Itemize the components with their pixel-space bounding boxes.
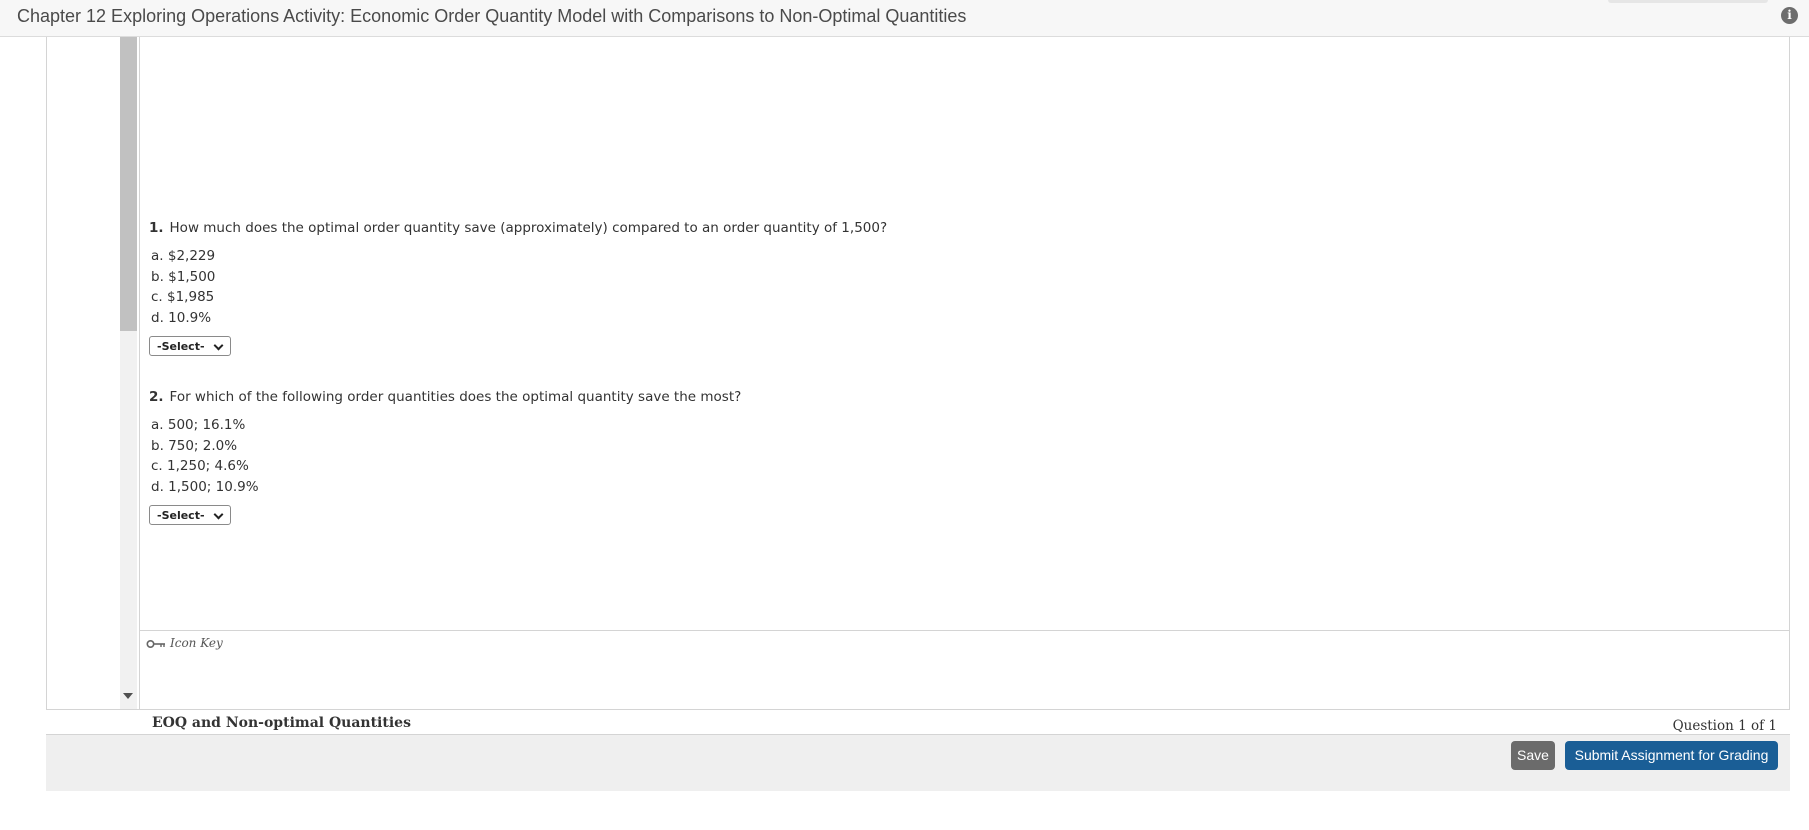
save-button[interactable]: Save <box>1511 741 1555 770</box>
page-title: Chapter 12 Exploring Operations Activity… <box>17 6 967 26</box>
option-a: a. $2,229 <box>151 248 216 264</box>
info-icon[interactable]: i <box>1781 7 1798 24</box>
frame-border-right <box>1789 37 1790 735</box>
footer-title: EOQ and Non-optimal Quantities <box>152 715 411 731</box>
answer-options: a. $2,229 b. $1,500 c. $1,985 d. 10.9% <box>151 246 887 328</box>
select-value: -Select- <box>157 340 205 353</box>
option-c: c. $1,985 <box>151 289 215 305</box>
top-bar: Chapter 12 Exploring Operations Activity… <box>0 0 1809 37</box>
option-d: d. 10.9% <box>151 309 212 326</box>
option-b: b. 750; 2.0% <box>151 437 238 454</box>
select-value: -Select- <box>157 509 205 522</box>
question-number: 2. <box>149 389 164 405</box>
scroll-down-arrow-icon[interactable] <box>123 693 133 699</box>
question-number: 1. <box>149 220 164 236</box>
icon-key-label: Icon Key <box>170 636 223 650</box>
option-d: d. 1,500; 10.9% <box>151 478 259 495</box>
question-text: For which of the following order quantit… <box>169 389 742 405</box>
question-1: 1. How much does the optimal order quanti… <box>149 220 887 356</box>
scrollbar-thumb[interactable] <box>120 37 137 331</box>
question-counter: Question 1 of 1 <box>1672 718 1777 734</box>
answer-select-1[interactable]: -Select- <box>149 336 231 356</box>
option-b: b. $1,500 <box>151 268 216 285</box>
option-c: c. 1,250; 4.6% <box>151 458 249 474</box>
key-icon <box>146 639 165 648</box>
icon-key[interactable]: Icon Key <box>146 636 223 650</box>
submit-button[interactable]: Submit Assignment for Grading <box>1565 741 1778 770</box>
option-a: a. 500; 16.1% <box>151 417 246 433</box>
chevron-down-icon <box>213 340 224 351</box>
chevron-down-icon <box>213 509 224 520</box>
question-2: 2. For which of the following order quant… <box>149 389 741 525</box>
tab-shadow <box>1608 0 1768 3</box>
icon-key-divider <box>140 630 1789 631</box>
answer-select-2[interactable]: -Select- <box>149 505 231 525</box>
answer-options: a. 500; 16.1% b. 750; 2.0% c. 1,250; 4.6… <box>151 415 741 497</box>
frame-border-left <box>46 37 47 735</box>
question-text: How much does the optimal order quantity… <box>169 220 888 236</box>
